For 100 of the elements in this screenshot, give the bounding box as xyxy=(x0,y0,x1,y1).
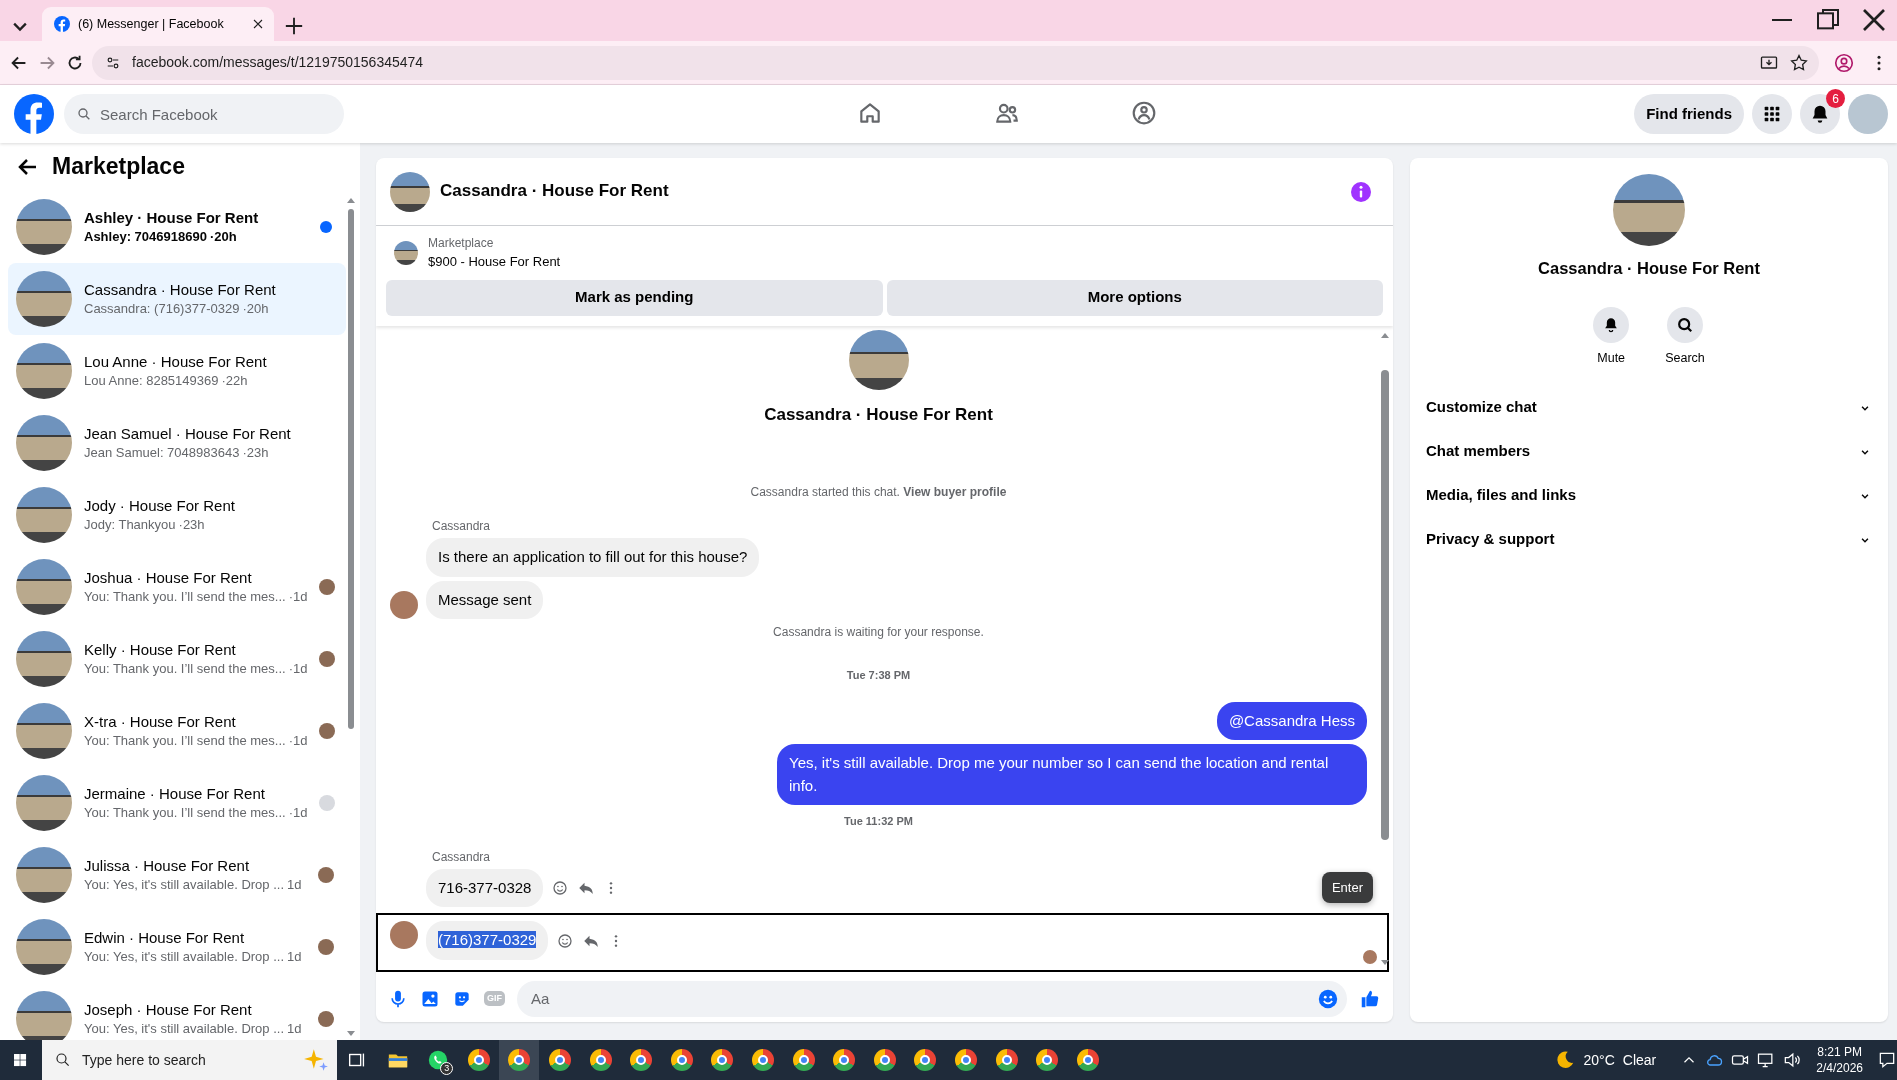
timestamp: ·22h xyxy=(221,371,248,390)
message-preview: You: Yes, it's still available. Drop ... xyxy=(84,1019,284,1038)
conversation-item[interactable]: Jean Samuel · House For Rent Jean Samuel: 7048983643 ·23h xyxy=(8,407,346,479)
selected-text: (716)377-0329 xyxy=(438,931,537,948)
contact-name: Cassandra · House For Rent xyxy=(1537,258,1761,279)
chat-notice: Cassandra started this chat. View buyer profile xyxy=(749,484,1008,501)
timestamp: ·1d xyxy=(288,587,308,606)
conversation-item[interactable]: Julissa · House For Rent You: Yes, it's still available. Drop ... 1d xyxy=(8,839,346,911)
message-preview: You: Thank you. I’ll send the mes... xyxy=(84,803,286,822)
listing-title: $900 - House For Rent xyxy=(428,253,561,271)
search-icon xyxy=(76,106,92,122)
timestamp: 1d xyxy=(287,947,302,966)
section-header[interactable]: Privacy & support xyxy=(1410,517,1888,562)
browser-icon xyxy=(954,1049,977,1071)
message-input[interactable]: Aa xyxy=(517,980,1347,1017)
taskbar-button[interactable]: 3 xyxy=(418,1040,459,1080)
conversation-name: Kelly · House For Rent xyxy=(84,640,237,660)
timestamp: ·20h xyxy=(242,299,269,318)
section-header[interactable]: Chat members xyxy=(1410,429,1888,474)
weather-condition: Clear xyxy=(1622,1050,1657,1070)
message-bubble: Is there an application to fill out for this house? xyxy=(426,538,760,577)
browser-tab[interactable]: (6) Messenger | Facebook xyxy=(42,7,274,41)
photo-placeholder xyxy=(390,171,430,212)
message-bubble: 716-377-0328 xyxy=(426,868,544,907)
listing-action-button[interactable]: More options xyxy=(886,279,1383,316)
browser-icon xyxy=(914,1049,937,1071)
clock-time: 8:21 PM xyxy=(1816,1043,1863,1060)
notifications-button[interactable] xyxy=(1800,94,1840,134)
star-icon[interactable] xyxy=(1789,52,1809,73)
conversation-item[interactable]: Kelly · House For Rent You: Thank you. I’ll send the mes... ·1d xyxy=(8,623,346,695)
photo-placeholder xyxy=(16,919,72,975)
taskbar-button[interactable] xyxy=(499,1040,540,1080)
browser-icon xyxy=(873,1049,896,1071)
microphone-icon[interactable] xyxy=(388,988,408,1009)
conversation-item[interactable]: Lou Anne · House For Rent Lou Anne: 8285149369 ·22h xyxy=(8,335,346,407)
conversation-name: Lou Anne · House For Rent xyxy=(84,352,267,372)
timestamp: ·1d xyxy=(288,803,308,822)
info-icon[interactable] xyxy=(1349,179,1373,204)
timestamp: ·1d xyxy=(288,659,308,678)
message-preview: Jody: Thankyou xyxy=(84,515,176,534)
app-badge: 3 xyxy=(440,1062,454,1075)
conversation-item[interactable]: Edwin · House For Rent You: Yes, it's still available. Drop ... 1d xyxy=(8,911,346,983)
sidebar-title: Marketplace xyxy=(52,153,185,181)
photo-placeholder xyxy=(16,631,72,687)
section-header[interactable]: Customize chat xyxy=(1410,385,1888,430)
conversation-name: Jermaine · House For Rent xyxy=(84,784,266,804)
react-icon[interactable] xyxy=(551,878,570,897)
timestamp: ·23h xyxy=(178,515,205,534)
conversation-name: Jean Samuel · House For Rent xyxy=(84,424,291,444)
conversation-item[interactable]: Jermaine · House For Rent You: Thank you. I’ll send the mes... ·1d xyxy=(8,767,346,839)
photo-placeholder xyxy=(16,199,72,255)
conversation-name: Jody · House For Rent xyxy=(84,496,235,516)
conversation-name: Joseph · House For Rent xyxy=(84,1000,253,1020)
photo-placeholder xyxy=(16,847,72,903)
photo-placeholder xyxy=(16,343,72,399)
taskbar-search-field[interactable]: Type here to search xyxy=(42,1040,337,1080)
conversation-item[interactable]: Jody · House For Rent Jody: Thankyou ·23h xyxy=(8,479,346,551)
conversation-name: Julissa · House For Rent xyxy=(84,856,251,876)
chat-notice: Cassandra is waiting for your response. xyxy=(772,624,985,641)
conversation-item[interactable]: Ashley · House For Rent Ashley: 7046918690 ·20h xyxy=(8,191,346,263)
conversation-item[interactable]: Joshua · House For Rent You: Thank you. I’ll send the mes... ·1d xyxy=(8,551,346,623)
browser-icon xyxy=(508,1049,531,1071)
conversation-name: Edwin · House For Rent xyxy=(84,928,246,948)
buyer-profile-link[interactable]: View buyer profile xyxy=(903,485,1007,499)
address-bar[interactable]: facebook.com/messages/t/1219750156345474 xyxy=(92,45,1819,80)
emoji-icon[interactable] xyxy=(1317,987,1339,1010)
facebook-logo-icon[interactable] xyxy=(14,94,54,134)
message-preview: Ashley: 7046918690 xyxy=(84,227,207,246)
profile-name: Cassandra · House For Rent xyxy=(764,403,993,426)
timestamp: 1d xyxy=(287,1019,302,1038)
timestamp: ·1d xyxy=(288,731,308,750)
message-preview: Lou Anne: 8285149369 xyxy=(84,371,219,390)
find-friends-button[interactable]: Find friends xyxy=(1634,94,1744,134)
conversation-name: X-tra · House For Rent xyxy=(84,712,237,732)
sender-name: Cassandra xyxy=(432,518,492,535)
conversation-name: Ashley · House For Rent xyxy=(84,208,259,228)
react-icon[interactable] xyxy=(556,931,575,950)
browser-icon xyxy=(589,1049,612,1071)
browser-icon xyxy=(467,1049,490,1071)
browser-icon xyxy=(711,1049,734,1071)
photo-placeholder xyxy=(16,271,72,327)
conversation-name: Cassandra · House For Rent xyxy=(84,280,276,300)
search-field[interactable]: Search Facebook xyxy=(64,94,344,134)
message-bubble: @Cassandra Hess xyxy=(1216,701,1367,740)
browser-icon xyxy=(548,1049,571,1071)
browser-icon xyxy=(630,1049,653,1071)
groups-icon xyxy=(1131,99,1158,126)
section-header[interactable]: Media, files and links xyxy=(1410,473,1888,518)
menu-button[interactable] xyxy=(1752,94,1792,134)
listing-action-button[interactable]: Mark as pending xyxy=(386,279,883,316)
conversation-item[interactable]: X-tra · House For Rent You: Thank you. I’ll send the mes... ·1d xyxy=(8,695,346,767)
profile-icon[interactable] xyxy=(1833,51,1855,74)
timestamp: Tue 7:38 PM xyxy=(845,668,912,683)
phone-chat-icon xyxy=(427,1049,450,1071)
message-preview: You: Thank you. I’ll send the mes... xyxy=(84,731,286,750)
notification-icon[interactable] xyxy=(1877,1050,1897,1070)
conversation-item[interactable]: Cassandra · House For Rent Cassandra: (716)377-0329 ·20h xyxy=(8,263,346,335)
photo-placeholder xyxy=(394,240,418,265)
chat-title: Cassandra · House For Rent xyxy=(440,181,670,202)
photo-placeholder xyxy=(16,487,72,543)
